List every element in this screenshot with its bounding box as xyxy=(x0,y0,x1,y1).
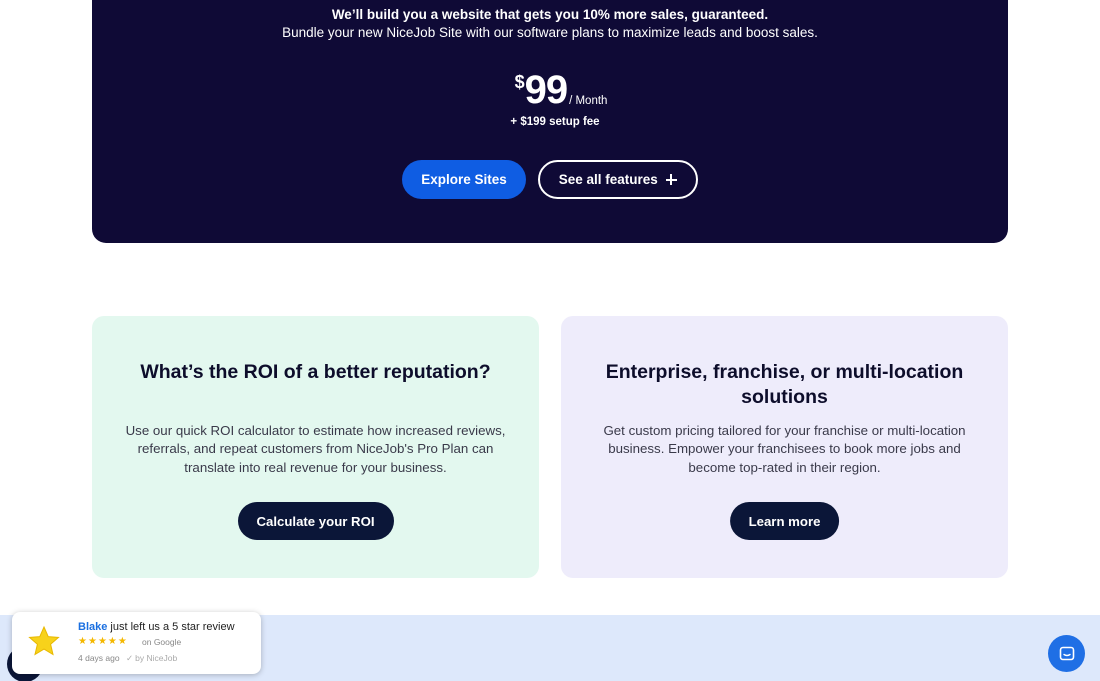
enterprise-card-title: Enterprise, franchise, or multi-location… xyxy=(605,361,964,408)
hero-subheadline: Bundle your new NiceJob Site with our so… xyxy=(282,25,818,40)
review-time: 4 days ago xyxy=(78,653,120,663)
star-icon xyxy=(28,625,60,656)
review-source: on Google xyxy=(142,637,182,647)
explore-sites-button[interactable]: Explore Sites xyxy=(402,160,526,199)
price: $ 99 / Month xyxy=(92,68,1008,110)
rating-star-icon: ★ xyxy=(117,636,127,647)
review-by-label: by NiceJob xyxy=(135,653,178,663)
hero-headline: We’ll build you a website that gets you … xyxy=(331,7,769,22)
price-currency: $ xyxy=(514,72,525,92)
enterprise-card-text: Get custom pricing tailored for your fra… xyxy=(603,423,966,475)
setup-fee: + $199 setup fee xyxy=(510,116,600,128)
review-message: Blake just left us a 5 star review xyxy=(78,621,235,633)
rating-star-icon: ★ xyxy=(107,636,117,647)
enterprise-card: Enterprise, franchise, or multi-location… xyxy=(561,316,1008,578)
see-all-features-button[interactable]: See all features xyxy=(537,160,698,199)
check-icon: ✓ xyxy=(126,653,134,663)
price-amount: 99 xyxy=(524,68,568,112)
roi-card: What’s the ROI of a better reputation? U… xyxy=(92,316,539,578)
rating-star-icon: ★ xyxy=(97,636,107,647)
chat-launcher-button[interactable] xyxy=(1048,635,1085,672)
page: We’ll build you a website that gets you … xyxy=(0,0,1100,681)
price-period: / Month xyxy=(569,95,608,107)
roi-card-text: Use our quick ROI calculator to estimate… xyxy=(125,423,506,475)
rating-star-icon: ★ xyxy=(78,636,87,647)
hero-buttons: Explore Sites See all features xyxy=(92,160,1008,199)
review-attribution: ✓ by NiceJob xyxy=(126,653,177,664)
calculate-roi-button[interactable]: Calculate your ROI xyxy=(237,502,394,540)
reviewer-name: Blake xyxy=(78,621,108,633)
pricing-hero: We’ll build you a website that gets you … xyxy=(92,0,1008,243)
learn-more-button[interactable]: Learn more xyxy=(729,502,840,540)
review-text: just left us a 5 star review xyxy=(107,621,235,633)
plus-icon xyxy=(665,174,677,185)
review-rating-stars: ★ ★ ★ ★ ★ xyxy=(78,637,127,647)
rating-star-icon: ★ xyxy=(87,636,97,647)
roi-card-title: What’s the ROI of a better reputation? xyxy=(140,361,491,383)
see-all-features-label: See all features xyxy=(558,172,658,187)
review-notification[interactable]: Blake just left us a 5 star review ★ ★ ★… xyxy=(12,612,261,674)
chat-bubble-icon xyxy=(1059,646,1074,660)
